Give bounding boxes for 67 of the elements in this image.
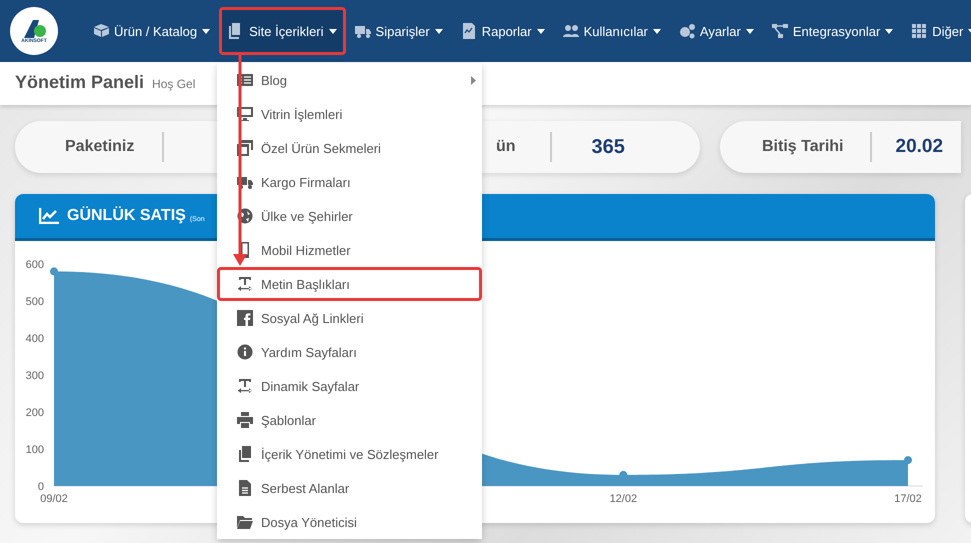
caret-icon (746, 28, 754, 34)
stat-label: Paketiniz (15, 132, 164, 162)
report-icon (460, 23, 477, 39)
x-tick-label: 17/02 (894, 493, 922, 505)
stat-value: 20.02 (894, 136, 944, 158)
caret-icon (202, 28, 210, 34)
truck-icon (237, 174, 253, 190)
truck-icon (354, 23, 371, 39)
f-square-icon (237, 310, 253, 326)
nav-menu-item[interactable]: Entegrasyonlar (762, 7, 902, 55)
dropdown-item[interactable]: Yardım Sayfaları (217, 335, 482, 369)
text-height-icon (237, 276, 253, 292)
y-tick-label: 500 (26, 296, 44, 308)
printer-icon (237, 412, 253, 428)
dropdown-item[interactable]: Vitrin İşlemleri (217, 97, 482, 131)
stat-label: Bitiş Tarihi (720, 132, 872, 162)
caret-icon (536, 28, 545, 34)
folder-icon (237, 514, 253, 530)
caret-icon (328, 28, 337, 34)
dropdown-item[interactable]: Ülke ve Şehirler (217, 199, 482, 233)
box-icon (93, 23, 109, 39)
dropdown-item[interactable]: Blog (217, 63, 482, 97)
x-tick-label: 09/02 (40, 493, 68, 505)
monitor-icon (237, 106, 253, 122)
dropdown-item[interactable]: Mobil Hizmetler (217, 233, 482, 267)
dropdown-item[interactable]: Dosya Yöneticisi (217, 505, 482, 539)
users-icon (562, 23, 579, 39)
info-icon (237, 344, 253, 360)
logo-icon (21, 18, 47, 38)
x-tick-label: 12/02 (610, 493, 638, 505)
globe-icon (237, 208, 253, 224)
grid-icon (911, 23, 928, 39)
dropdown-item[interactable]: Sosyal Ağ Linkleri (217, 301, 482, 335)
dropdown-item[interactable]: Özel Ürün Sekmeleri (217, 131, 482, 165)
dropdown-item[interactable]: İçerik Yönetimi ve Sözleşmeler (217, 437, 482, 471)
stat-value: 365 (590, 136, 626, 158)
text-height-icon (237, 378, 253, 394)
nav-menu-item[interactable]: Diğer (902, 7, 971, 55)
network-icon (772, 23, 788, 39)
y-tick-label: 300 (26, 370, 44, 382)
windows-icon (237, 140, 253, 156)
card-title: GÜNLÜK SATIŞ (67, 207, 186, 225)
y-tick-label: 100 (26, 444, 44, 456)
dropdown-item[interactable]: Metin Başlıkları (217, 267, 482, 301)
dropdown-item[interactable]: Kargo Firmaları (217, 165, 482, 199)
caret-icon (434, 28, 443, 34)
nav-menu-item[interactable]: Ayarlar (670, 7, 763, 55)
nav-menu-item[interactable]: Site İçerikleri (219, 7, 346, 55)
caret-icon (652, 28, 661, 34)
dropdown-item[interactable]: Dinamik Sayfalar (217, 369, 482, 403)
dropdown-item[interactable]: Şablonlar (217, 403, 482, 437)
nav-menu-item[interactable]: Kullanıcılar (554, 7, 670, 55)
nav-menu-item[interactable]: Siparişler (346, 7, 452, 55)
page-subtitle: Hoş Gel (152, 77, 196, 91)
nav-menu-item[interactable]: Ürün / Katalog (84, 7, 220, 55)
caret-icon (885, 28, 894, 34)
nav-menu-item[interactable]: Raporlar (452, 7, 554, 55)
y-tick-label: 400 (26, 333, 44, 345)
chart-icon (39, 208, 59, 224)
document-stack-icon (237, 446, 253, 462)
stat-label: ün (486, 132, 552, 162)
file-icon (237, 480, 253, 496)
page-title: Yönetim Paneli (15, 72, 144, 93)
y-tick-label: 0 (38, 481, 44, 493)
y-tick-label: 600 (26, 259, 44, 271)
y-tick-label: 200 (26, 407, 44, 419)
dropdown-item[interactable]: Serbest Alanlar (217, 471, 482, 505)
